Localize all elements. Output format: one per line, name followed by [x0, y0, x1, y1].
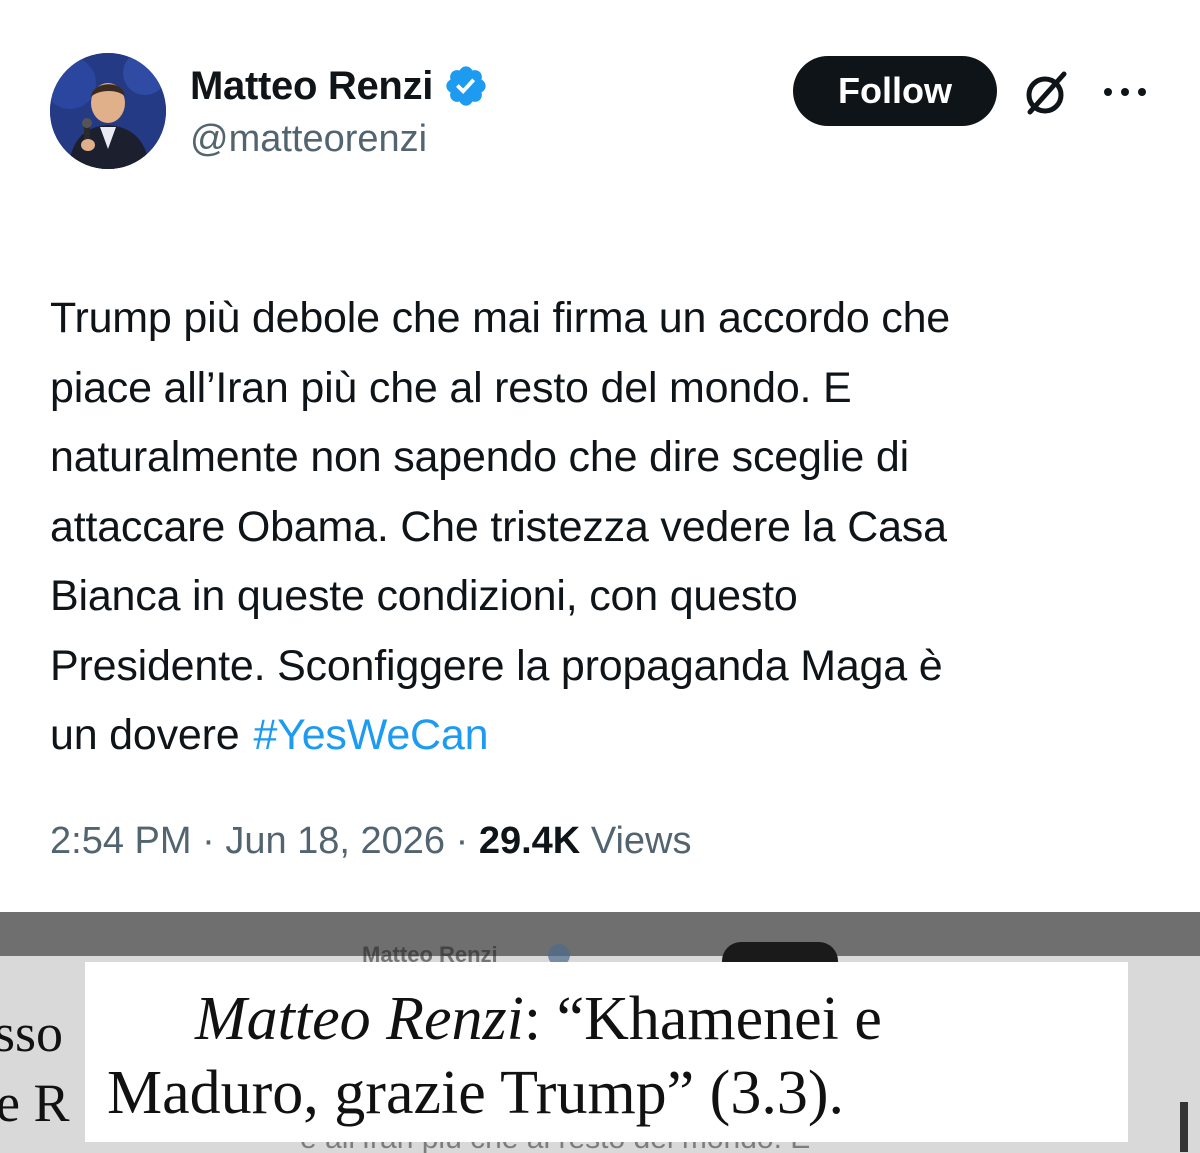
- overlay-top-band: [0, 912, 1200, 956]
- caption-quote-start: : “Khamenei e: [523, 985, 882, 1053]
- hashtag-link[interactable]: #YesWeCan: [253, 711, 488, 759]
- tweet-text-line: Trump più debole che mai firma un accord…: [50, 294, 951, 342]
- tweet-date[interactable]: Jun 18, 2026: [225, 820, 445, 862]
- verified-badge-icon[interactable]: [443, 63, 489, 109]
- tweet-text-last-line: un dovere #YesWeCan: [50, 701, 1160, 771]
- tweet-text-line: Bianca in queste condizioni, con questo: [50, 572, 798, 620]
- caption-line-2: Maduro, grazie Trump” (3.3).: [107, 1059, 844, 1127]
- grok-icon[interactable]: [1020, 66, 1074, 120]
- author-name[interactable]: Matteo Renzi: [190, 64, 433, 109]
- tweet-text-line: naturalmente non sapendo che dire scegli…: [50, 433, 909, 481]
- avatar[interactable]: [50, 53, 166, 169]
- caption-speaker: Matteo Renzi: [195, 985, 524, 1053]
- avatar-image: [50, 53, 166, 169]
- tweet-meta: 2:54 PM · Jun 18, 2026 · 29.4K Views: [50, 820, 692, 863]
- tweet-time[interactable]: 2:54 PM: [50, 820, 192, 862]
- background-headline-fragment: e R: [0, 1073, 70, 1133]
- caption-line-1: Matteo Renzi: “Khamenei e: [195, 984, 882, 1055]
- follow-button[interactable]: Follow: [793, 56, 997, 126]
- views-label: Views: [590, 820, 692, 862]
- meta-separator: ·: [455, 820, 469, 862]
- background-headline-fragment: sso: [0, 1003, 64, 1063]
- meta-separator: ·: [202, 820, 215, 862]
- author-name-row: Matteo Renzi: [190, 58, 489, 114]
- tweet-text-line: Presidente. Sconfiggere la propaganda Ma…: [50, 641, 943, 690]
- tweet-text-line: un dovere: [50, 711, 240, 759]
- tweet-text-line: attaccare Obama. Che tristezza vedere la…: [50, 502, 947, 551]
- quote-caption: Matteo Renzi: “Khamenei e Maduro, grazie…: [85, 962, 1128, 1142]
- tweet-text-line: piace all’Iran più che al resto del mond…: [50, 363, 852, 412]
- author-handle[interactable]: @matteorenzi: [190, 118, 427, 161]
- newspaper-overlay: Matteo Renzi sso e R e all’Iran più che …: [0, 912, 1200, 1153]
- views-count[interactable]: 29.4K: [479, 820, 580, 862]
- tweet-card: Matteo Renzi @matteorenzi Follow Trump p…: [0, 0, 1200, 912]
- more-icon[interactable]: [1100, 76, 1150, 108]
- tweet-text: Trump più debole che mai firma un accord…: [50, 284, 1160, 771]
- background-scrollbar: [1180, 1102, 1188, 1152]
